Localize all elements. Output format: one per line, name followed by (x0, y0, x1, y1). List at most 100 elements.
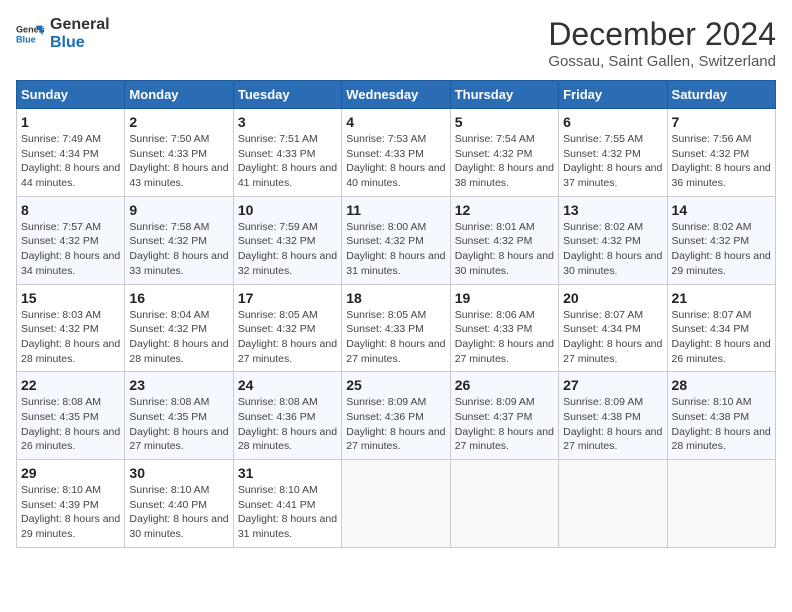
svg-text:Blue: Blue (16, 34, 36, 44)
day-number: 2 (129, 114, 228, 130)
day-details: Sunrise: 8:10 AMSunset: 4:39 PMDaylight:… (21, 483, 120, 542)
day-details: Sunrise: 8:09 AMSunset: 4:37 PMDaylight:… (455, 395, 554, 454)
logo-icon: General Blue (16, 20, 44, 48)
day-details: Sunrise: 8:02 AMSunset: 4:32 PMDaylight:… (672, 220, 771, 279)
calendar-cell: 7Sunrise: 7:56 AMSunset: 4:32 PMDaylight… (667, 109, 775, 197)
calendar-cell: 9 Sunrise: 7:58 AMSunset: 4:32 PMDaylight… (125, 196, 233, 284)
day-details: Sunrise: 7:56 AMSunset: 4:32 PMDaylight:… (672, 132, 771, 191)
day-details: Sunrise: 7:54 AMSunset: 4:32 PMDaylight:… (455, 132, 554, 191)
title-section: December 2024 Gossau, Saint Gallen, Swit… (548, 16, 776, 70)
calendar-cell: 1Sunrise: 7:49 AMSunset: 4:34 PMDaylight… (17, 109, 125, 197)
calendar-cell: 15 Sunrise: 8:03 AMSunset: 4:32 PMDayligh… (17, 284, 125, 372)
weekday-header-friday: Friday (559, 81, 667, 109)
day-number: 13 (563, 202, 662, 218)
calendar-subtitle: Gossau, Saint Gallen, Switzerland (548, 53, 776, 70)
day-details: Sunrise: 7:53 AMSunset: 4:33 PMDaylight:… (346, 132, 445, 191)
day-number: 18 (346, 290, 445, 306)
calendar-cell: 30Sunrise: 8:10 AMSunset: 4:40 PMDayligh… (125, 460, 233, 548)
calendar-cell (450, 460, 558, 548)
weekday-header-thursday: Thursday (450, 81, 558, 109)
calendar-cell (667, 460, 775, 548)
day-details: Sunrise: 8:09 AMSunset: 4:38 PMDaylight:… (563, 395, 662, 454)
logo-blue: Blue (50, 34, 110, 52)
calendar-cell: 2Sunrise: 7:50 AMSunset: 4:33 PMDaylight… (125, 109, 233, 197)
day-details: Sunrise: 8:02 AMSunset: 4:32 PMDaylight:… (563, 220, 662, 279)
calendar-cell: 28 Sunrise: 8:10 AMSunset: 4:38 PMDayligh… (667, 372, 775, 460)
logo-general: General (50, 16, 110, 34)
calendar-title: December 2024 (548, 16, 776, 53)
day-number: 26 (455, 377, 554, 393)
calendar-body: 1Sunrise: 7:49 AMSunset: 4:34 PMDaylight… (17, 109, 776, 548)
day-details: Sunrise: 8:10 AMSunset: 4:40 PMDaylight:… (129, 483, 228, 542)
weekday-header-wednesday: Wednesday (342, 81, 450, 109)
day-details: Sunrise: 8:03 AMSunset: 4:32 PMDaylight:… (21, 308, 120, 367)
day-number: 25 (346, 377, 445, 393)
day-number: 3 (238, 114, 337, 130)
day-number: 24 (238, 377, 337, 393)
day-number: 14 (672, 202, 771, 218)
day-number: 22 (21, 377, 120, 393)
day-number: 10 (238, 202, 337, 218)
calendar-cell: 18 Sunrise: 8:05 AMSunset: 4:33 PMDayligh… (342, 284, 450, 372)
day-details: Sunrise: 8:06 AMSunset: 4:33 PMDaylight:… (455, 308, 554, 367)
day-number: 1 (21, 114, 120, 130)
calendar-cell: 13 Sunrise: 8:02 AMSunset: 4:32 PMDayligh… (559, 196, 667, 284)
day-number: 5 (455, 114, 554, 130)
calendar-cell: 19 Sunrise: 8:06 AMSunset: 4:33 PMDayligh… (450, 284, 558, 372)
logo: General Blue General Blue (16, 16, 110, 51)
day-details: Sunrise: 7:55 AMSunset: 4:32 PMDaylight:… (563, 132, 662, 191)
day-number: 29 (21, 465, 120, 481)
day-details: Sunrise: 8:10 AMSunset: 4:41 PMDaylight:… (238, 483, 337, 542)
day-details: Sunrise: 7:57 AMSunset: 4:32 PMDaylight:… (21, 220, 120, 279)
calendar-cell (342, 460, 450, 548)
weekday-header-row: SundayMondayTuesdayWednesdayThursdayFrid… (17, 81, 776, 109)
calendar-cell: 27Sunrise: 8:09 AMSunset: 4:38 PMDayligh… (559, 372, 667, 460)
day-number: 4 (346, 114, 445, 130)
calendar-cell (559, 460, 667, 548)
calendar-cell: 3Sunrise: 7:51 AMSunset: 4:33 PMDaylight… (233, 109, 341, 197)
day-details: Sunrise: 8:07 AMSunset: 4:34 PMDaylight:… (563, 308, 662, 367)
day-details: Sunrise: 8:05 AMSunset: 4:33 PMDaylight:… (346, 308, 445, 367)
day-number: 8 (21, 202, 120, 218)
weekday-header-monday: Monday (125, 81, 233, 109)
day-number: 15 (21, 290, 120, 306)
calendar-cell: 26 Sunrise: 8:09 AMSunset: 4:37 PMDayligh… (450, 372, 558, 460)
calendar-cell: 4 Sunrise: 7:53 AMSunset: 4:33 PMDaylight… (342, 109, 450, 197)
calendar-cell: 17 Sunrise: 8:05 AMSunset: 4:32 PMDayligh… (233, 284, 341, 372)
day-number: 19 (455, 290, 554, 306)
day-number: 6 (563, 114, 662, 130)
day-number: 17 (238, 290, 337, 306)
calendar-cell: 11 Sunrise: 8:00 AMSunset: 4:32 PMDayligh… (342, 196, 450, 284)
day-number: 21 (672, 290, 771, 306)
calendar-cell: 12Sunrise: 8:01 AMSunset: 4:32 PMDayligh… (450, 196, 558, 284)
calendar-table: SundayMondayTuesdayWednesdayThursdayFrid… (16, 80, 776, 548)
day-details: Sunrise: 8:08 AMSunset: 4:36 PMDaylight:… (238, 395, 337, 454)
calendar-cell: 21 Sunrise: 8:07 AMSunset: 4:34 PMDayligh… (667, 284, 775, 372)
calendar-cell: 16Sunrise: 8:04 AMSunset: 4:32 PMDayligh… (125, 284, 233, 372)
calendar-cell: 10Sunrise: 7:59 AMSunset: 4:32 PMDayligh… (233, 196, 341, 284)
weekday-header-sunday: Sunday (17, 81, 125, 109)
day-number: 20 (563, 290, 662, 306)
day-details: Sunrise: 8:10 AMSunset: 4:38 PMDaylight:… (672, 395, 771, 454)
calendar-cell: 29 Sunrise: 8:10 AMSunset: 4:39 PMDayligh… (17, 460, 125, 548)
day-number: 9 (129, 202, 228, 218)
weekday-header-tuesday: Tuesday (233, 81, 341, 109)
day-number: 31 (238, 465, 337, 481)
day-number: 11 (346, 202, 445, 218)
day-details: Sunrise: 8:00 AMSunset: 4:32 PMDaylight:… (346, 220, 445, 279)
day-details: Sunrise: 8:07 AMSunset: 4:34 PMDaylight:… (672, 308, 771, 367)
day-number: 28 (672, 377, 771, 393)
day-details: Sunrise: 7:58 AMSunset: 4:32 PMDaylight:… (129, 220, 228, 279)
day-details: Sunrise: 8:05 AMSunset: 4:32 PMDaylight:… (238, 308, 337, 367)
calendar-cell: 31 Sunrise: 8:10 AMSunset: 4:41 PMDayligh… (233, 460, 341, 548)
calendar-week-row: 8 Sunrise: 7:57 AMSunset: 4:32 PMDaylight… (17, 196, 776, 284)
calendar-cell: 25 Sunrise: 8:09 AMSunset: 4:36 PMDayligh… (342, 372, 450, 460)
day-details: Sunrise: 8:09 AMSunset: 4:36 PMDaylight:… (346, 395, 445, 454)
calendar-cell: 24 Sunrise: 8:08 AMSunset: 4:36 PMDayligh… (233, 372, 341, 460)
calendar-week-row: 22Sunrise: 8:08 AMSunset: 4:35 PMDayligh… (17, 372, 776, 460)
calendar-cell: 6 Sunrise: 7:55 AMSunset: 4:32 PMDaylight… (559, 109, 667, 197)
day-number: 12 (455, 202, 554, 218)
page-header: General Blue General Blue December 2024 … (16, 16, 776, 70)
calendar-cell: 22Sunrise: 8:08 AMSunset: 4:35 PMDayligh… (17, 372, 125, 460)
weekday-header-saturday: Saturday (667, 81, 775, 109)
